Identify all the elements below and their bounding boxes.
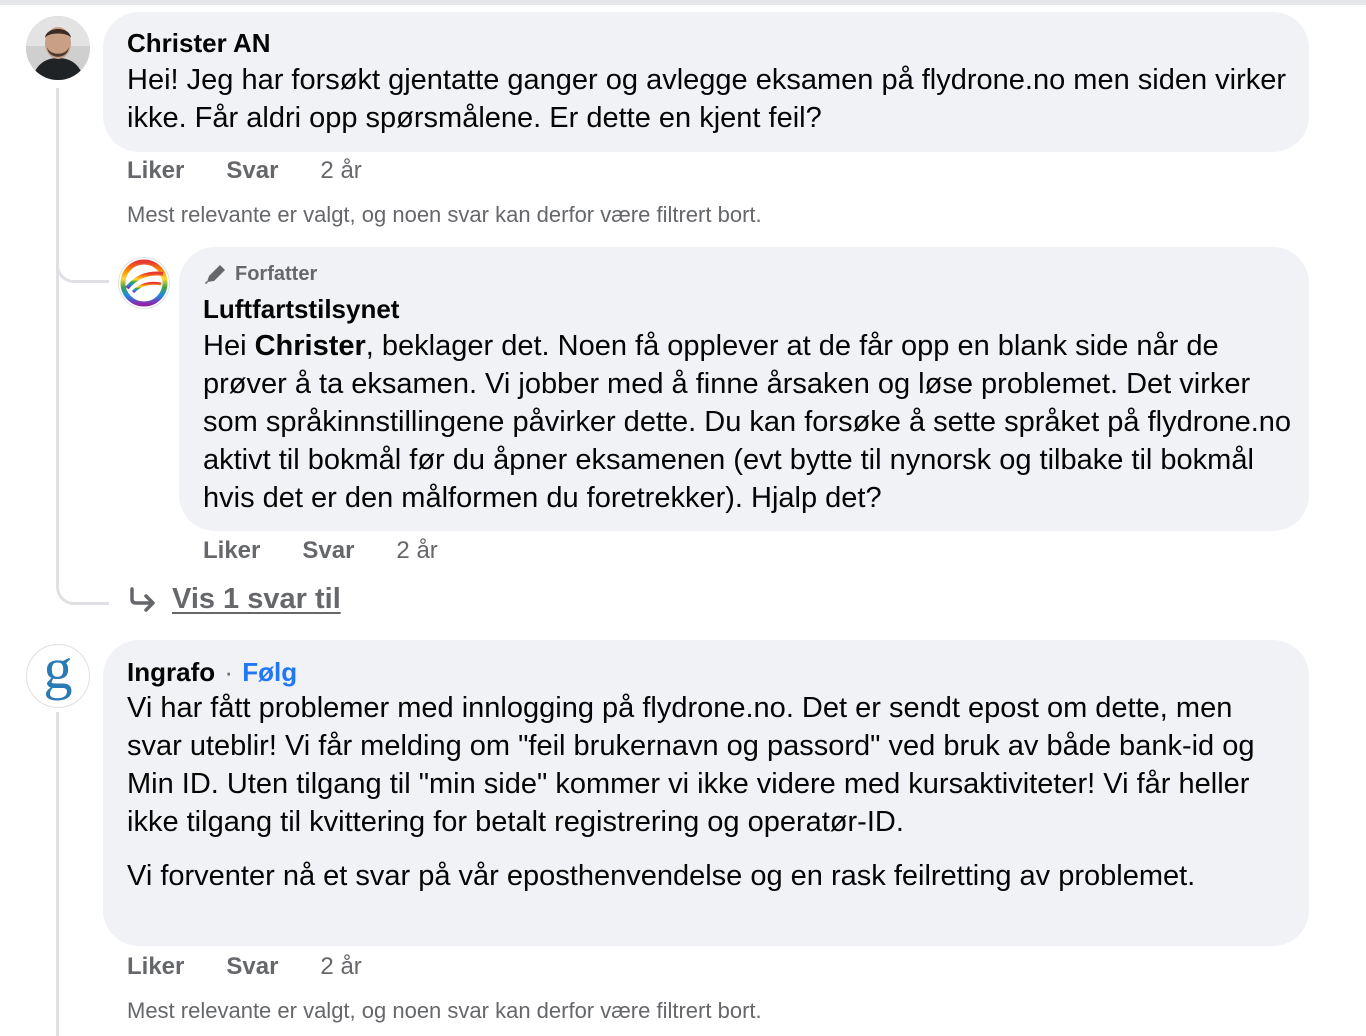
follow-button[interactable]: Følg bbox=[242, 657, 297, 687]
avatar[interactable]: g bbox=[26, 644, 90, 708]
thread-line bbox=[56, 712, 59, 1036]
show-more-replies[interactable]: Vis 1 svar til bbox=[128, 583, 341, 616]
comment-author-line: Ingrafo · Følg bbox=[127, 657, 297, 688]
thread-line-branch-more bbox=[56, 584, 109, 605]
like-button[interactable]: Liker bbox=[203, 537, 260, 564]
mention[interactable]: Christer bbox=[255, 330, 366, 362]
filter-note: Mest relevante er valgt, og noen svar ka… bbox=[127, 998, 762, 1023]
comment-text: Vi har fått problemer med innlogging på … bbox=[127, 689, 1292, 895]
like-button[interactable]: Liker bbox=[127, 157, 184, 184]
thread-line bbox=[56, 88, 59, 588]
filter-note: Mest relevante er valgt, og noen svar ka… bbox=[127, 202, 762, 227]
timestamp[interactable]: 2 år bbox=[396, 537, 437, 564]
pencil-icon bbox=[203, 262, 229, 286]
timestamp[interactable]: 2 år bbox=[320, 953, 361, 980]
reply-arrow-icon bbox=[128, 586, 158, 613]
author-badge: Forfatter bbox=[203, 262, 317, 286]
avatar[interactable] bbox=[26, 16, 90, 80]
comment-author[interactable]: Ingrafo bbox=[127, 657, 215, 687]
paragraph: Vi har fått problemer med innlogging på … bbox=[127, 692, 1255, 838]
comment-text: Hei! Jeg har forsøkt gjentatte ganger og… bbox=[127, 64, 1287, 134]
show-more-replies-label[interactable]: Vis 1 svar til bbox=[172, 583, 341, 616]
reply-author[interactable]: Luftfartstilsynet bbox=[203, 294, 399, 325]
thread-line-branch bbox=[56, 262, 109, 283]
timestamp[interactable]: 2 år bbox=[320, 157, 361, 184]
avatar-letter: g bbox=[43, 644, 73, 701]
like-button[interactable]: Liker bbox=[127, 953, 184, 980]
reply-button[interactable]: Svar bbox=[226, 953, 278, 980]
paragraph: Vi forventer nå et svar på vår eposthenv… bbox=[127, 860, 1196, 892]
comment-actions: Liker Svar 2 år bbox=[127, 157, 362, 185]
avatar[interactable] bbox=[118, 257, 170, 309]
reply-button[interactable]: Svar bbox=[302, 537, 354, 564]
reply-button[interactable]: Svar bbox=[226, 157, 278, 184]
reply-actions: Liker Svar 2 år bbox=[203, 537, 438, 565]
top-divider bbox=[0, 0, 1366, 5]
comment-author[interactable]: Christer AN bbox=[127, 28, 271, 59]
reply-text: Hei Christer, beklager det. Noen få oppl… bbox=[203, 330, 1292, 514]
badge-label: Forfatter bbox=[235, 262, 318, 285]
comment-actions: Liker Svar 2 år bbox=[127, 953, 362, 981]
separator: · bbox=[224, 657, 234, 687]
